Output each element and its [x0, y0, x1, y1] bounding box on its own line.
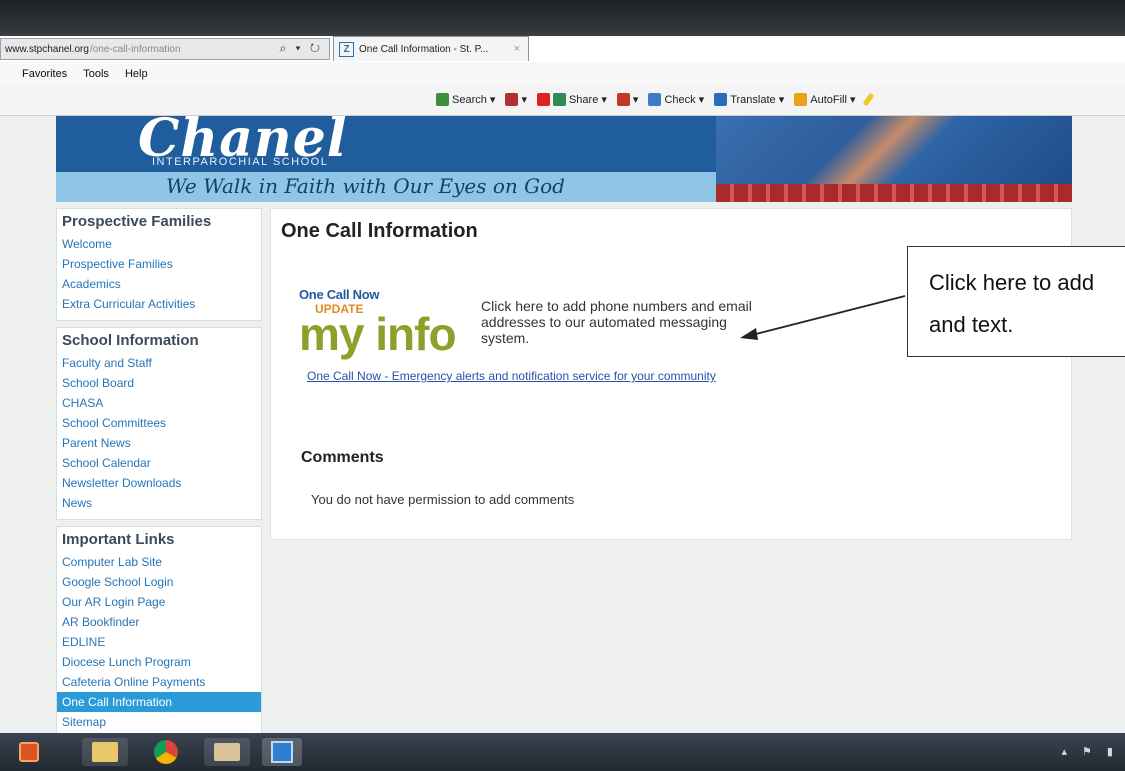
- annotation-callout: Click here to add and text.: [907, 246, 1125, 357]
- internet-explorer-icon[interactable]: [262, 738, 302, 766]
- annotation-arrow: [740, 295, 906, 340]
- media-player-icon[interactable]: [12, 738, 46, 766]
- contacts-app-icon[interactable]: [204, 738, 250, 766]
- file-explorer-icon[interactable]: [82, 738, 128, 766]
- callout-line-2: and text.: [929, 312, 1014, 337]
- system-tray-icons[interactable]: ▴ ⚑ ▮: [1061, 745, 1119, 758]
- callout-line-1: Click here to add: [929, 270, 1095, 295]
- chrome-icon[interactable]: [146, 738, 186, 766]
- taskbar: ▴ ⚑ ▮: [0, 733, 1125, 771]
